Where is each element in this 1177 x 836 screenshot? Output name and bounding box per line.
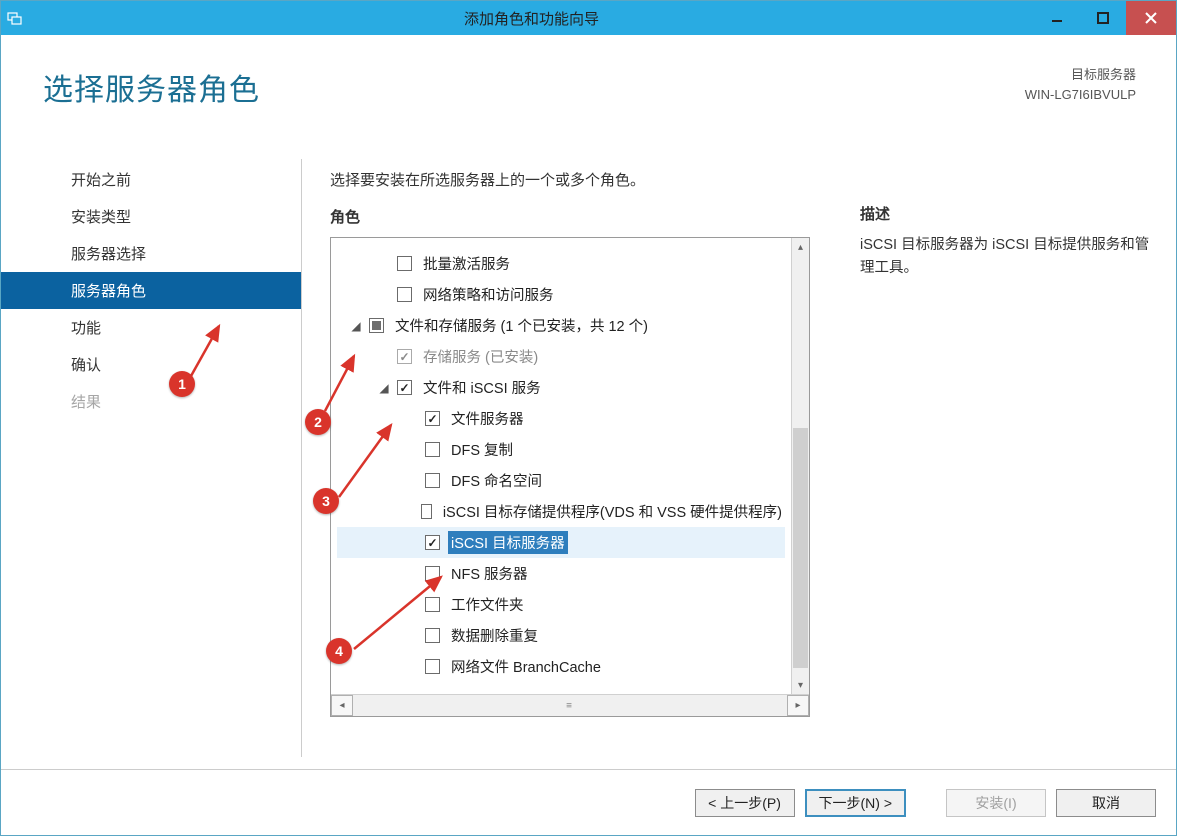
close-button[interactable]	[1126, 1, 1176, 35]
description-column: 描述 iSCSI 目标服务器为 iSCSI 目标提供服务和管理工具。	[860, 151, 1158, 765]
page-title: 选择服务器角色	[43, 65, 260, 109]
roles-tree-viewport[interactable]: 批量激活服务网络策略和访问服务 ◢ 文件和存储服务 (1 个已安装，共 12 个) 存…	[331, 238, 791, 694]
role-checkbox[interactable]	[397, 380, 412, 395]
expander-open-icon[interactable]: ◢	[377, 381, 391, 395]
role-label: 数据删除重复	[448, 624, 541, 647]
wizard-steps-nav: 开始之前 安装类型 服务器选择 服务器角色 功能 确认 结果	[1, 151, 301, 765]
wizard-window: 添加角色和功能向导 选择服务器角色 目标服务器 WIN-LG7I6IBVULP …	[0, 0, 1177, 836]
role-label: 网络策略和访问服务	[420, 283, 557, 306]
role-tree-item[interactable]: 存储服务 (已安装)	[337, 341, 785, 372]
role-checkbox[interactable]	[425, 535, 440, 550]
role-checkbox[interactable]	[369, 318, 384, 333]
scroll-left-icon[interactable]: ◂	[331, 695, 353, 716]
instruction-text: 选择要安装在所选服务器上的一个或多个角色。	[330, 169, 830, 190]
scroll-right-icon[interactable]: ▸	[787, 695, 809, 716]
role-checkbox[interactable]	[425, 597, 440, 612]
description-heading: 描述	[860, 203, 1158, 224]
role-tree-item[interactable]: 网络策略和访问服务	[337, 279, 785, 310]
role-tree-item[interactable]: 文件服务器	[337, 403, 785, 434]
wizard-body: 开始之前 安装类型 服务器选择 服务器角色 功能 确认 结果 选择要安装在所选服…	[1, 151, 1176, 765]
system-icon	[1, 10, 29, 26]
role-checkbox[interactable]	[397, 349, 412, 364]
role-label: 工作文件夹	[448, 593, 527, 616]
main-pane: 选择要安装在所选服务器上的一个或多个角色。 角色 批量激活服务网络策略和访问服务…	[302, 151, 1176, 765]
role-label: 文件和存储服务 (1 个已安装，共 12 个)	[392, 314, 651, 337]
role-label: 文件和 iSCSI 服务	[420, 376, 544, 399]
role-tree-item[interactable]: iSCSI 目标服务器	[337, 527, 785, 558]
next-button[interactable]: 下一步(N) >	[805, 789, 907, 817]
role-tree-item[interactable]: iSCSI 目标存储提供程序(VDS 和 VSS 硬件提供程序)	[337, 496, 785, 527]
role-checkbox[interactable]	[425, 473, 440, 488]
nav-step-server-roles[interactable]: 服务器角色	[1, 272, 301, 309]
target-server-info: 目标服务器 WIN-LG7I6IBVULP	[1025, 65, 1136, 104]
role-label: DFS 命名空间	[448, 469, 545, 492]
minimize-button[interactable]	[1034, 1, 1080, 35]
titlebar: 添加角色和功能向导	[1, 1, 1176, 35]
previous-button[interactable]: < 上一步(P)	[695, 789, 795, 817]
target-server-name: WIN-LG7I6IBVULP	[1025, 85, 1136, 105]
role-checkbox[interactable]	[397, 287, 412, 302]
role-label: iSCSI 目标存储提供程序(VDS 和 VSS 硬件提供程序)	[440, 500, 785, 523]
role-checkbox[interactable]	[425, 411, 440, 426]
target-server-label: 目标服务器	[1025, 65, 1136, 85]
window-title: 添加角色和功能向导	[29, 8, 1034, 29]
scroll-thumb[interactable]	[793, 428, 808, 668]
scroll-up-icon[interactable]: ▴	[792, 238, 809, 256]
roles-tree: 批量激活服务网络策略和访问服务 ◢ 文件和存储服务 (1 个已安装，共 12 个) 存…	[330, 237, 810, 717]
role-tree-item[interactable]: DFS 命名空间	[337, 465, 785, 496]
role-label: 文件服务器	[448, 407, 527, 430]
wizard-footer: < 上一步(P) 下一步(N) > 安装(I) 取消	[1, 769, 1176, 835]
nav-step-results: 结果	[1, 383, 301, 420]
role-tree-item[interactable]: ◢ 文件和存储服务 (1 个已安装，共 12 个)	[337, 310, 785, 341]
role-label: DFS 复制	[448, 438, 516, 461]
roles-heading: 角色	[330, 206, 830, 227]
nav-step-features[interactable]: 功能	[1, 309, 301, 346]
role-checkbox[interactable]	[425, 442, 440, 457]
horizontal-scrollbar[interactable]: ◂ ≡ ▸	[331, 694, 809, 716]
vertical-scrollbar[interactable]: ▴ ▾	[791, 238, 809, 694]
window-controls	[1034, 1, 1176, 35]
nav-step-confirmation[interactable]: 确认	[1, 346, 301, 383]
role-label: 网络文件 BranchCache	[448, 655, 604, 678]
role-tree-item[interactable]: 数据删除重复	[337, 620, 785, 651]
role-checkbox[interactable]	[397, 256, 412, 271]
nav-step-installation-type[interactable]: 安装类型	[1, 198, 301, 235]
page-header: 选择服务器角色 目标服务器 WIN-LG7I6IBVULP	[1, 35, 1176, 117]
nav-step-before-you-begin[interactable]: 开始之前	[1, 161, 301, 198]
role-tree-item[interactable]: 工作文件夹	[337, 589, 785, 620]
nav-step-server-selection[interactable]: 服务器选择	[1, 235, 301, 272]
role-tree-item[interactable]: NFS 服务器	[337, 558, 785, 589]
role-tree-item[interactable]: ◢ 文件和 iSCSI 服务	[337, 372, 785, 403]
role-checkbox[interactable]	[425, 628, 440, 643]
role-label: iSCSI 目标服务器	[448, 531, 568, 554]
scroll-down-icon[interactable]: ▾	[792, 676, 809, 694]
role-tree-item[interactable]: DFS 复制	[337, 434, 785, 465]
role-label: 存储服务 (已安装)	[420, 345, 541, 368]
role-tree-item[interactable]: 网络文件 BranchCache	[337, 651, 785, 682]
expander-open-icon[interactable]: ◢	[349, 319, 363, 333]
role-tree-item[interactable]: 批量激活服务	[337, 248, 785, 279]
maximize-button[interactable]	[1080, 1, 1126, 35]
role-checkbox[interactable]	[425, 566, 440, 581]
cancel-button[interactable]: 取消	[1056, 789, 1156, 817]
role-checkbox[interactable]	[421, 504, 432, 519]
description-text: iSCSI 目标服务器为 iSCSI 目标提供服务和管理工具。	[860, 234, 1158, 280]
role-label: 批量激活服务	[420, 252, 513, 275]
role-label: NFS 服务器	[448, 562, 531, 585]
role-checkbox[interactable]	[425, 659, 440, 674]
install-button: 安装(I)	[946, 789, 1046, 817]
horizontal-scroll-track[interactable]: ≡	[353, 695, 787, 716]
roles-column: 选择要安装在所选服务器上的一个或多个角色。 角色 批量激活服务网络策略和访问服务…	[330, 151, 830, 765]
